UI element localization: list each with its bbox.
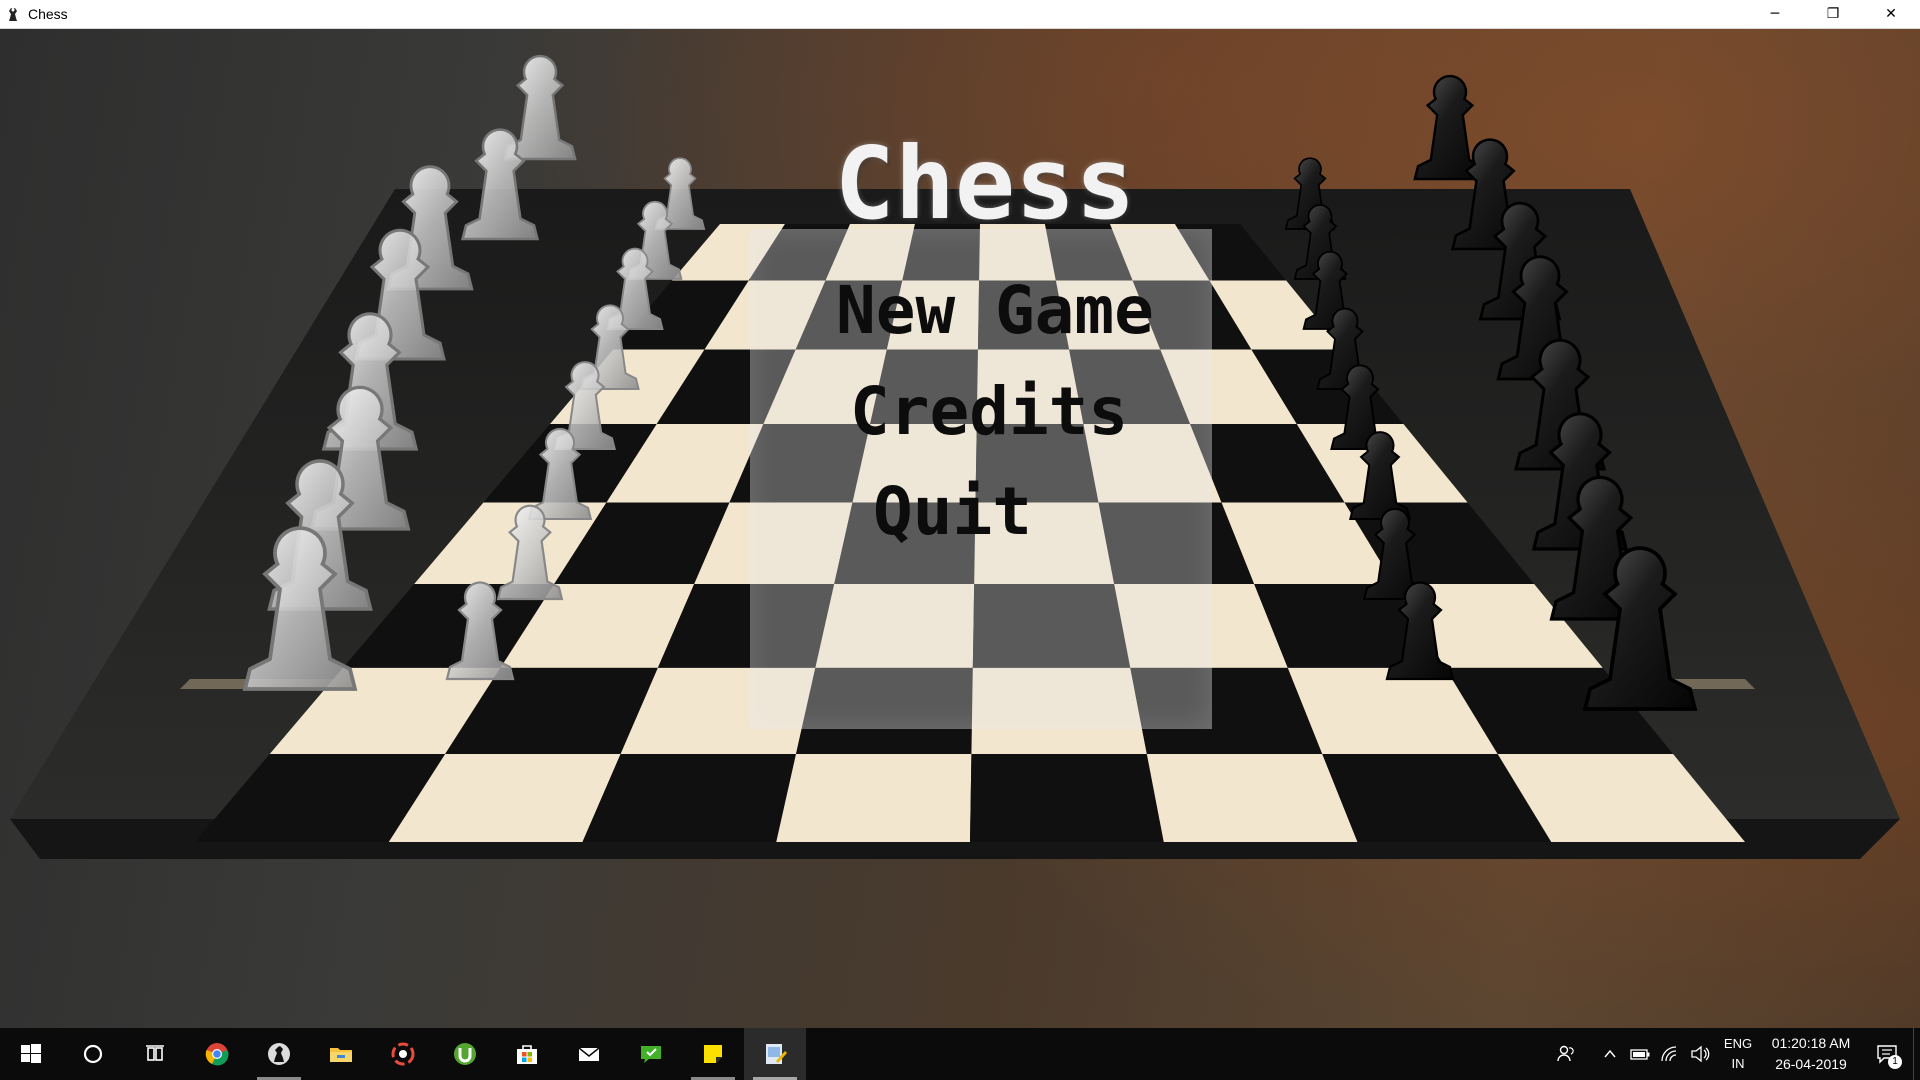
taskbar-paint-app[interactable]: [744, 1028, 806, 1080]
wifi-icon: [1661, 1046, 1677, 1062]
restore-button[interactable]: ❐: [1804, 0, 1862, 29]
taskbar-chess-app[interactable]: [248, 1028, 310, 1080]
clock[interactable]: 01:20:18 AM 26-04-2019: [1761, 1033, 1861, 1075]
taskbar-microsoft-store[interactable]: [496, 1028, 558, 1080]
clock-date: 26-04-2019: [1775, 1056, 1847, 1072]
start-button[interactable]: [0, 1028, 62, 1080]
microsoft-store-icon: [517, 1045, 537, 1064]
taskbar-utorrent[interactable]: [434, 1028, 496, 1080]
photoscape-icon: [391, 1042, 415, 1066]
speaker-icon: [1691, 1045, 1710, 1063]
taskbar-file-explorer[interactable]: [310, 1028, 372, 1080]
chess-app-icon: [268, 1043, 290, 1065]
battery-button[interactable]: [1625, 1028, 1655, 1080]
taskbar-gif-app[interactable]: [620, 1028, 682, 1080]
board-square: [1146, 754, 1358, 842]
start-windows-icon: [21, 1044, 41, 1063]
taskbar-mail[interactable]: [558, 1028, 620, 1080]
notification-count-badge: 1: [1888, 1055, 1902, 1069]
window-titlebar[interactable]: Chess ─ ❐ ✕: [0, 0, 1920, 29]
language-code: ENG: [1723, 1036, 1753, 1051]
mail-icon: [578, 1047, 600, 1061]
gif-app-icon: [641, 1046, 661, 1063]
quit-button[interactable]: Quit: [873, 475, 1032, 549]
people-button[interactable]: [1551, 1028, 1581, 1080]
utorrent-icon: [454, 1043, 476, 1065]
sticky-notes-icon: [704, 1045, 722, 1063]
show-hidden-icons-button[interactable]: [1595, 1028, 1625, 1080]
task-view-button[interactable]: [124, 1028, 186, 1080]
people-icon: [1557, 1045, 1574, 1062]
taskbar-sticky-notes[interactable]: [682, 1028, 744, 1080]
new-game-button[interactable]: New Game: [836, 274, 1154, 348]
input-language-indicator[interactable]: ENG IN: [1715, 1034, 1761, 1074]
game-viewport: Chess New Game Credits Quit: [0, 29, 1920, 1028]
paint-app-icon: [766, 1044, 787, 1064]
task-view-icon: [146, 1045, 164, 1061]
system-tray: ENG IN 01:20:18 AM 26-04-2019 1: [1551, 1028, 1920, 1080]
network-button[interactable]: [1655, 1028, 1685, 1080]
taskbar-photoscape[interactable]: [372, 1028, 434, 1080]
action-center-button[interactable]: 1: [1861, 1028, 1913, 1080]
cortana-search-icon: [83, 1044, 103, 1064]
credits-button[interactable]: Credits: [850, 375, 1128, 449]
chevron-up-icon: [1604, 1049, 1616, 1058]
file-explorer-icon: [330, 1048, 352, 1062]
window-title: Chess: [28, 6, 68, 22]
board-square: [970, 754, 1164, 842]
taskbar: ENG IN 01:20:18 AM 26-04-2019 1: [0, 1028, 1920, 1080]
battery-icon: [1630, 1049, 1650, 1060]
volume-button[interactable]: [1685, 1028, 1715, 1080]
show-desktop-button[interactable]: [1913, 1028, 1920, 1080]
close-button[interactable]: ✕: [1862, 0, 1920, 29]
minimize-button[interactable]: ─: [1746, 0, 1804, 29]
chrome-icon: [205, 1043, 229, 1066]
cortana-search-button[interactable]: [62, 1028, 124, 1080]
clock-time: 01:20:18 AM: [1771, 1035, 1851, 1051]
taskbar-chrome[interactable]: [186, 1028, 248, 1080]
chess-window: Chess ─ ❐ ✕ Chess New Game Credits Quit …: [0, 0, 1920, 1080]
menu-title: Chess: [834, 125, 1136, 242]
keyboard-region: IN: [1731, 1056, 1745, 1071]
chess-app-icon: [9, 8, 17, 21]
board-square: [776, 754, 972, 842]
